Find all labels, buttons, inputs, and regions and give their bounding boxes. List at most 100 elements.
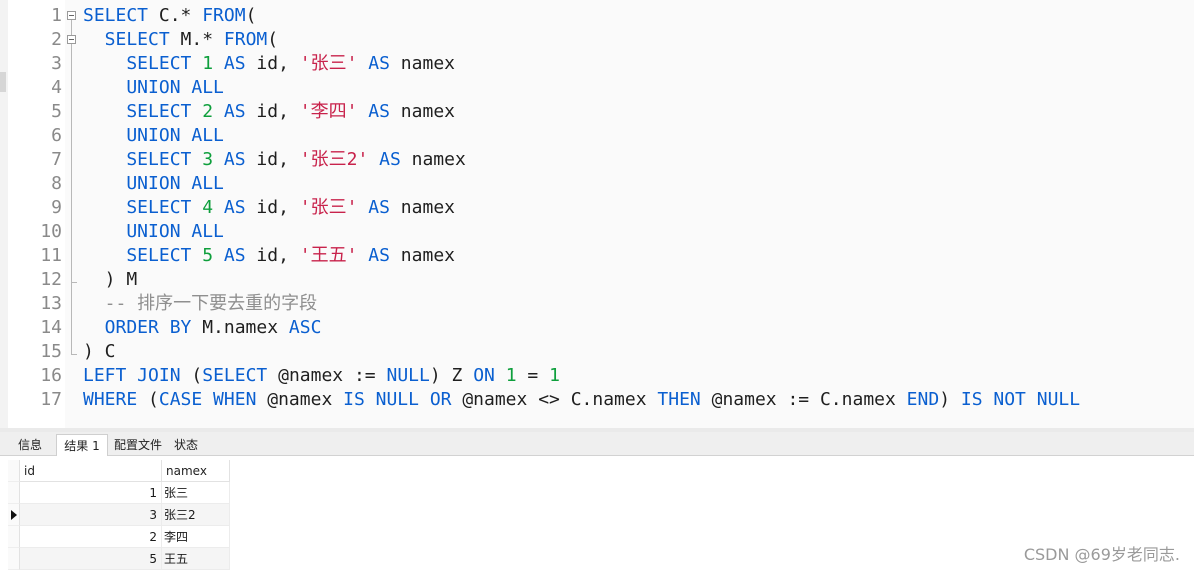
code-token: UNION ALL: [83, 221, 224, 242]
code-token: UNION ALL: [83, 77, 224, 98]
result-tab-bar: 信息 结果 1 配置文件 状态: [0, 432, 1194, 456]
code-token: @namex :=: [267, 365, 387, 386]
line-number: 9: [51, 197, 62, 218]
cell-namex[interactable]: 王五: [162, 548, 230, 570]
fold-guide: [71, 20, 72, 35]
code-token: namex: [389, 53, 455, 74]
code-line[interactable]: ORDER BY M.namex ASC: [83, 316, 322, 340]
cell-namex[interactable]: 张三: [162, 482, 230, 504]
line-number: 2: [51, 29, 62, 50]
code-token: AS: [213, 197, 246, 218]
line-number: 12: [40, 269, 62, 290]
code-token: (: [180, 365, 203, 386]
code-token: 1: [549, 365, 560, 386]
code-token: SELECT: [83, 245, 203, 266]
code-line[interactable]: WHERE (CASE WHEN @namex IS NULL OR @name…: [83, 388, 1080, 412]
fold-guide: [71, 44, 72, 354]
code-token: ) C: [83, 341, 116, 362]
code-token: ASC: [288, 317, 322, 338]
row-selector[interactable]: [8, 504, 20, 526]
code-token: ORDER BY: [83, 317, 192, 338]
code-token: =: [516, 365, 550, 386]
code-token: SELECT: [83, 5, 149, 26]
column-header-id[interactable]: id: [20, 460, 162, 482]
code-line[interactable]: ) M: [83, 268, 138, 292]
code-token: (: [267, 29, 279, 50]
scroll-marker: [0, 72, 6, 92]
line-number: 7: [51, 149, 62, 170]
code-line[interactable]: UNION ALL: [83, 124, 224, 148]
row-selector[interactable]: [8, 526, 20, 548]
code-token: NULL: [386, 365, 430, 386]
code-token: (: [137, 389, 159, 410]
code-token: AS: [213, 149, 246, 170]
line-number: 8: [51, 173, 62, 194]
code-token: SELECT: [83, 29, 170, 50]
row-selector[interactable]: [8, 548, 20, 570]
fold-end-marker: [71, 354, 77, 355]
line-number: 14: [40, 317, 62, 338]
code-line[interactable]: -- 排序一下要去重的字段: [83, 292, 318, 316]
code-token: @namex: [256, 389, 344, 410]
code-line[interactable]: UNION ALL: [83, 220, 224, 244]
cell-id[interactable]: 3: [20, 504, 162, 526]
code-token: AS: [213, 245, 246, 266]
code-token: 1: [202, 53, 214, 74]
fold-toggle-line-1[interactable]: [67, 11, 76, 20]
cell-id[interactable]: 2: [20, 526, 162, 548]
tab-status[interactable]: 状态: [168, 434, 204, 456]
code-token: (: [245, 5, 257, 26]
line-number: 1: [51, 5, 62, 26]
code-token: C.*: [148, 5, 203, 26]
line-number: 16: [40, 365, 62, 386]
code-token: SELECT: [83, 53, 203, 74]
cell-id[interactable]: 5: [20, 548, 162, 570]
line-number: 11: [40, 245, 62, 266]
row-selector[interactable]: [8, 482, 20, 504]
sql-editor[interactable]: 1 2 3 4 5 6 7 8 9 10 11 12 13 14 15 16 17 SELECT C.* FRO…: [0, 0, 1194, 428]
code-token: @namex := C.namex: [700, 389, 907, 410]
current-row-arrow-icon: [11, 510, 17, 520]
tab-result-1[interactable]: 结果 1: [56, 434, 108, 456]
line-number: 10: [40, 221, 62, 242]
code-token: ) M: [83, 269, 138, 290]
code-line[interactable]: SELECT C.* FROM(: [83, 4, 256, 28]
watermark: CSDN @69岁老同志.: [1023, 545, 1180, 564]
cell-id[interactable]: 1: [20, 482, 162, 504]
code-line[interactable]: SELECT 1 AS id, '张三' AS namex: [83, 52, 455, 76]
tab-profile[interactable]: 配置文件: [109, 434, 167, 456]
code-token: M.namex: [191, 317, 289, 338]
code-token: namex: [400, 149, 466, 170]
code-token: SELECT: [83, 149, 203, 170]
cell-namex[interactable]: 李四: [162, 526, 230, 548]
code-line[interactable]: ) C: [83, 340, 116, 364]
code-line[interactable]: SELECT M.* FROM(: [83, 28, 278, 52]
fold-end-marker: [71, 282, 77, 283]
column-header-namex[interactable]: namex: [162, 460, 230, 482]
code-token: FROM: [223, 29, 268, 50]
code-line[interactable]: SELECT 3 AS id, '张三2' AS namex: [83, 148, 466, 172]
code-line[interactable]: SELECT 5 AS id, '王五' AS namex: [83, 244, 455, 268]
code-line[interactable]: SELECT 4 AS id, '张三' AS namex: [83, 196, 455, 220]
code-token: AS: [357, 53, 390, 74]
code-token: '李四': [299, 101, 358, 122]
editor-left-edge: [0, 0, 8, 428]
line-number: 4: [51, 77, 62, 98]
code-line[interactable]: SELECT 2 AS id, '李四' AS namex: [83, 100, 455, 124]
code-token: SELECT: [83, 101, 203, 122]
code-line[interactable]: UNION ALL: [83, 76, 224, 100]
code-token: SELECT: [83, 197, 203, 218]
code-token: AS: [357, 101, 390, 122]
header-corner: [8, 460, 20, 482]
fold-toggle-line-2[interactable]: [67, 35, 76, 44]
code-line[interactable]: UNION ALL: [83, 172, 224, 196]
cell-namex[interactable]: 张三2: [162, 504, 230, 526]
tab-info[interactable]: 信息: [8, 434, 52, 456]
code-token: M.*: [169, 29, 224, 50]
code-token: FROM: [202, 5, 246, 26]
code-line[interactable]: LEFT JOIN (SELECT @namex := NULL) Z ON 1…: [83, 364, 560, 388]
code-token: IS NOT NULL: [960, 389, 1081, 410]
code-token: IS NULL OR: [343, 389, 452, 410]
code-token: '张三': [299, 53, 358, 74]
code-token: WHERE: [83, 389, 138, 410]
